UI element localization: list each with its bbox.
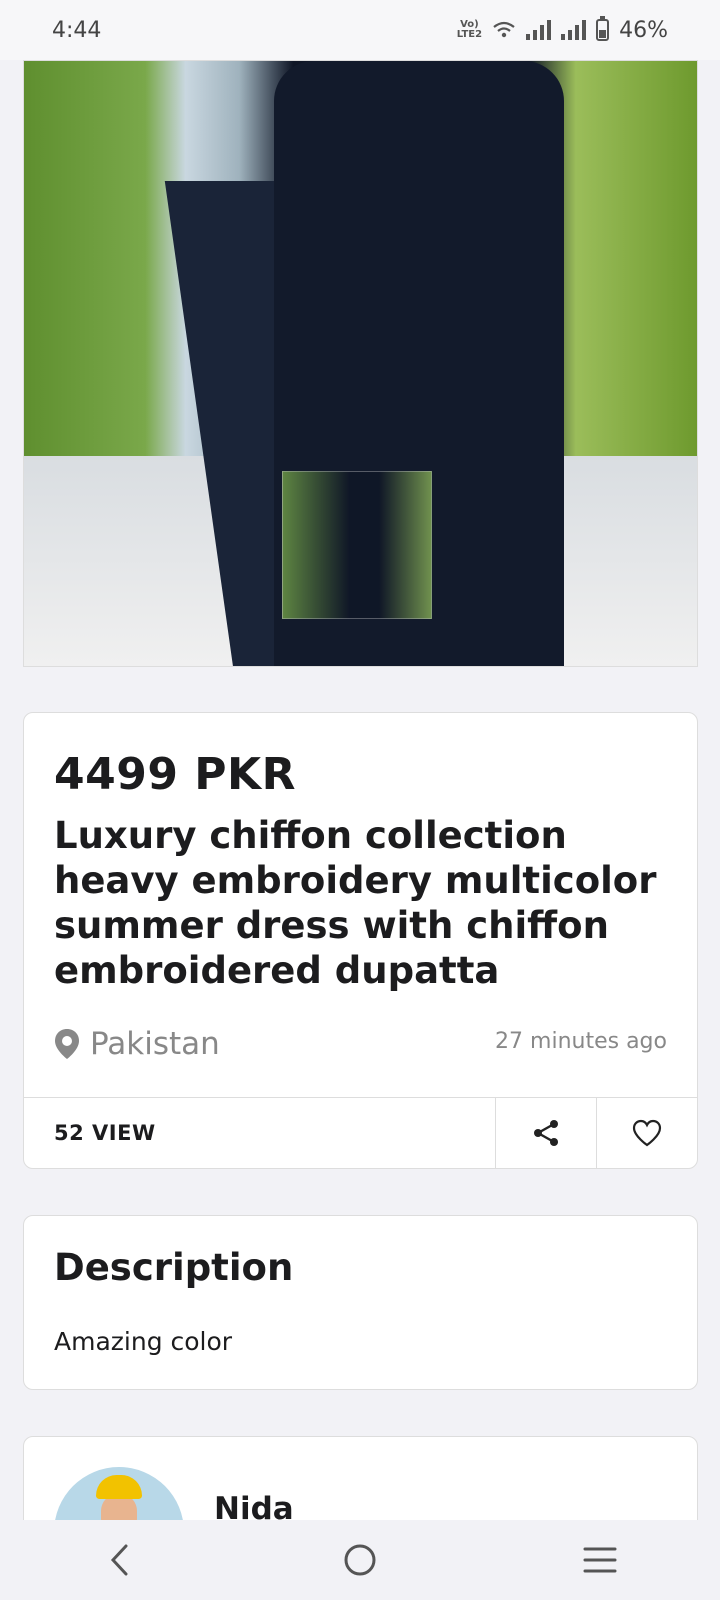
nav-back-button[interactable] — [80, 1530, 160, 1590]
description-text: Amazing color — [54, 1327, 233, 1356]
heart-icon — [632, 1119, 662, 1147]
share-icon — [534, 1120, 558, 1146]
home-icon — [344, 1544, 376, 1576]
back-icon — [110, 1544, 128, 1576]
battery-icon — [596, 16, 610, 41]
description-heading: Description — [54, 1246, 294, 1289]
nav-home-button[interactable] — [320, 1530, 400, 1590]
volte-icon: Vo) LTE2 — [456, 19, 483, 40]
signal-1-icon — [526, 20, 552, 40]
description-card: Description Amazing color — [23, 1215, 698, 1390]
battery-percent: 46% — [619, 17, 668, 43]
status-bar: 4:44 Vo) LTE2 46% — [0, 0, 720, 60]
system-nav-bar — [0, 1520, 720, 1600]
menu-icon — [583, 1547, 617, 1573]
info-actions: 52 VIEW — [24, 1097, 697, 1168]
product-location: Pakistan — [54, 1026, 220, 1062]
product-title: Luxury chiffon collection heavy embroide… — [54, 814, 657, 992]
status-icons: Vo) LTE2 46% — [456, 16, 668, 43]
product-info-card: 4499 PKR Luxury chiffon collection heavy… — [23, 712, 698, 1169]
map-pin-icon — [55, 1029, 79, 1059]
product-price: 4499 PKR — [54, 749, 297, 800]
posted-time: 27 minutes ago — [495, 1029, 667, 1054]
view-count: 52 VIEW — [54, 1121, 156, 1145]
wifi-icon — [493, 21, 515, 38]
status-time: 4:44 — [52, 17, 102, 43]
image-thumbnail[interactable] — [282, 471, 432, 619]
location-label: Pakistan — [90, 1026, 220, 1062]
product-image[interactable] — [23, 60, 698, 667]
nav-menu-button[interactable] — [560, 1530, 640, 1590]
favorite-button[interactable] — [596, 1098, 697, 1168]
share-button[interactable] — [495, 1098, 596, 1168]
signal-2-icon — [561, 20, 587, 40]
